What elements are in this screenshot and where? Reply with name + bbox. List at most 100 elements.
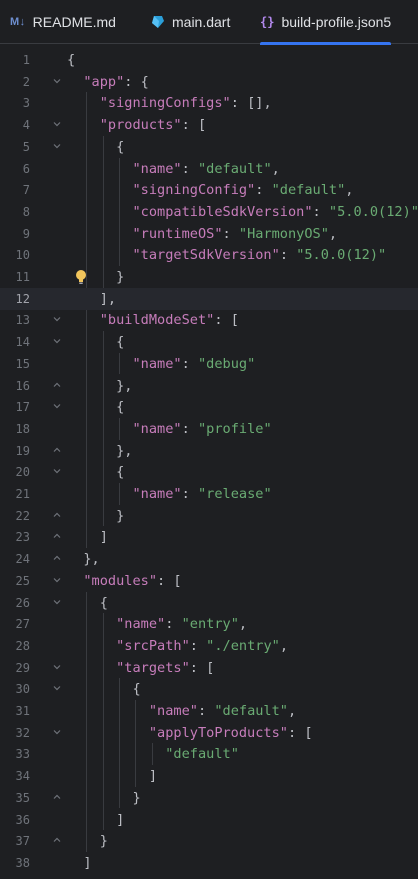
code-line[interactable]: 15 "name": "debug"	[0, 353, 418, 375]
fold-collapse-icon[interactable]	[53, 467, 61, 475]
code-line[interactable]: 25 "modules": [	[0, 570, 418, 592]
code-line[interactable]: 38 ]	[0, 852, 418, 874]
fold-end-icon[interactable]	[53, 511, 61, 519]
code-text: {	[67, 331, 124, 353]
code-line[interactable]: 36 ]	[0, 809, 418, 831]
json-punctuation: {	[67, 464, 125, 481]
fold-collapse-icon[interactable]	[53, 728, 61, 736]
json-punctuation: }	[67, 789, 141, 806]
json-punctuation: ,	[288, 703, 297, 719]
json-punctuation	[67, 312, 100, 328]
line-number: 10	[15, 248, 30, 263]
json-string: "HarmonyOS"	[238, 225, 329, 242]
json-punctuation: :	[181, 160, 198, 177]
fold-collapse-icon[interactable]	[53, 663, 61, 671]
code-line[interactable]: 2 "app": {	[0, 71, 418, 93]
code-line[interactable]: 9 "runtimeOS": "HarmonyOS",	[0, 223, 418, 245]
fold-collapse-icon[interactable]	[53, 337, 61, 345]
fold-collapse-icon[interactable]	[53, 598, 61, 606]
line-number: 19	[15, 443, 30, 458]
code-line[interactable]: 23 ]	[0, 526, 418, 548]
fold-end-icon[interactable]	[53, 554, 61, 562]
json-string: "debug"	[197, 355, 256, 372]
fold-collapse-icon[interactable]	[53, 77, 61, 85]
json-punctuation	[67, 182, 132, 198]
markdown-icon: M↓	[10, 16, 26, 28]
json-punctuation: ]	[67, 854, 92, 871]
code-line[interactable]: 27 "name": "entry",	[0, 613, 418, 635]
fold-end-icon[interactable]	[53, 381, 61, 389]
code-line[interactable]: 34 ]	[0, 765, 418, 787]
code-line[interactable]: 21 "name": "release"	[0, 483, 418, 505]
line-number: 38	[15, 855, 30, 870]
code-line[interactable]: 28 "srcPath": "./entry",	[0, 635, 418, 657]
code-line[interactable]: 37 }	[0, 830, 418, 852]
code-line[interactable]: 31 "name": "default",	[0, 700, 418, 722]
code-line[interactable]: 1{	[0, 49, 418, 71]
code-line[interactable]: 29 "targets": [	[0, 657, 418, 679]
fold-collapse-icon[interactable]	[53, 315, 61, 323]
fold-collapse-icon[interactable]	[53, 402, 61, 410]
code-line[interactable]: 24 },	[0, 548, 418, 570]
json-key: "name"	[116, 616, 166, 633]
code-line[interactable]: 5 {	[0, 136, 418, 158]
code-line[interactable]: 18 "name": "profile"	[0, 418, 418, 440]
json-punctuation	[67, 95, 100, 111]
code-text: "buildModeSet": [	[67, 309, 239, 331]
code-line[interactable]: 30 {	[0, 678, 418, 700]
code-line[interactable]: 12 ],	[0, 287, 418, 310]
line-number: 9	[22, 226, 30, 241]
code-line[interactable]: 4 "products": [	[0, 114, 418, 136]
tab-readme[interactable]: M↓ README.md	[10, 0, 116, 44]
code-line[interactable]: 13 "buildModeSet": [	[0, 309, 418, 331]
fold-collapse-icon[interactable]	[53, 120, 61, 128]
tab-build-profile[interactable]: {} build-profile.json5	[260, 0, 392, 45]
code-line[interactable]: 6 "name": "default",	[0, 158, 418, 180]
code-line[interactable]: 19 },	[0, 440, 418, 462]
fold-end-icon[interactable]	[53, 836, 61, 844]
json-key: "name"	[148, 703, 198, 719]
fold-end-icon[interactable]	[53, 446, 61, 454]
code-line[interactable]: 3 "signingConfigs": [],	[0, 92, 418, 114]
code-line[interactable]: 11 }	[0, 266, 418, 288]
code-line[interactable]: 22 }	[0, 505, 418, 527]
code-line[interactable]: 14 {	[0, 331, 418, 353]
json-punctuation	[67, 486, 132, 502]
code-line[interactable]: 20 {	[0, 461, 418, 483]
json-punctuation: ]	[67, 811, 125, 828]
code-text: "name": "profile"	[67, 418, 271, 440]
json-string: "default"	[214, 703, 288, 719]
code-line[interactable]: 7 "signingConfig": "default",	[0, 179, 418, 201]
json-punctuation: {	[67, 681, 141, 698]
fold-collapse-icon[interactable]	[53, 684, 61, 692]
line-number: 14	[15, 335, 30, 350]
fold-collapse-icon[interactable]	[53, 576, 61, 584]
code-line[interactable]: 32 "applyToProducts": [	[0, 722, 418, 744]
code-text: "app": {	[67, 71, 148, 93]
code-line[interactable]: 17 {	[0, 396, 418, 418]
json-key: "compatibleSdkVersion"	[132, 203, 313, 220]
json-punctuation: ],	[67, 290, 117, 307]
line-number: 1	[22, 53, 30, 67]
json-punctuation	[67, 746, 165, 762]
code-line[interactable]: 33 "default"	[0, 743, 418, 765]
code-line[interactable]: 10 "targetSdkVersion": "5.0.0(12)"	[0, 244, 418, 266]
json-punctuation	[67, 703, 149, 719]
json-punctuation	[67, 638, 116, 654]
code-text: "products": [	[67, 114, 206, 136]
code-editor[interactable]: 1{2 "app": {3 "signingConfigs": [], 4 "pr…	[0, 45, 418, 879]
line-number: 30	[15, 682, 30, 697]
fold-end-icon[interactable]	[53, 793, 61, 801]
json-punctuation: :	[181, 355, 198, 372]
json-key: "name"	[132, 420, 182, 437]
line-number: 21	[15, 487, 30, 501]
code-line[interactable]: 8 "compatibleSdkVersion": "5.0.0(12)",	[0, 201, 418, 223]
code-line[interactable]: 16 },	[0, 375, 418, 397]
json-key: "name"	[132, 160, 182, 177]
tab-main-dart[interactable]: main.dart	[151, 0, 230, 44]
fold-collapse-icon[interactable]	[53, 142, 61, 150]
code-line[interactable]: 26 {	[0, 592, 418, 614]
fold-end-icon[interactable]	[53, 532, 61, 540]
code-text: "targetSdkVersion": "5.0.0(12)"	[67, 244, 386, 266]
code-line[interactable]: 35 }	[0, 787, 418, 809]
